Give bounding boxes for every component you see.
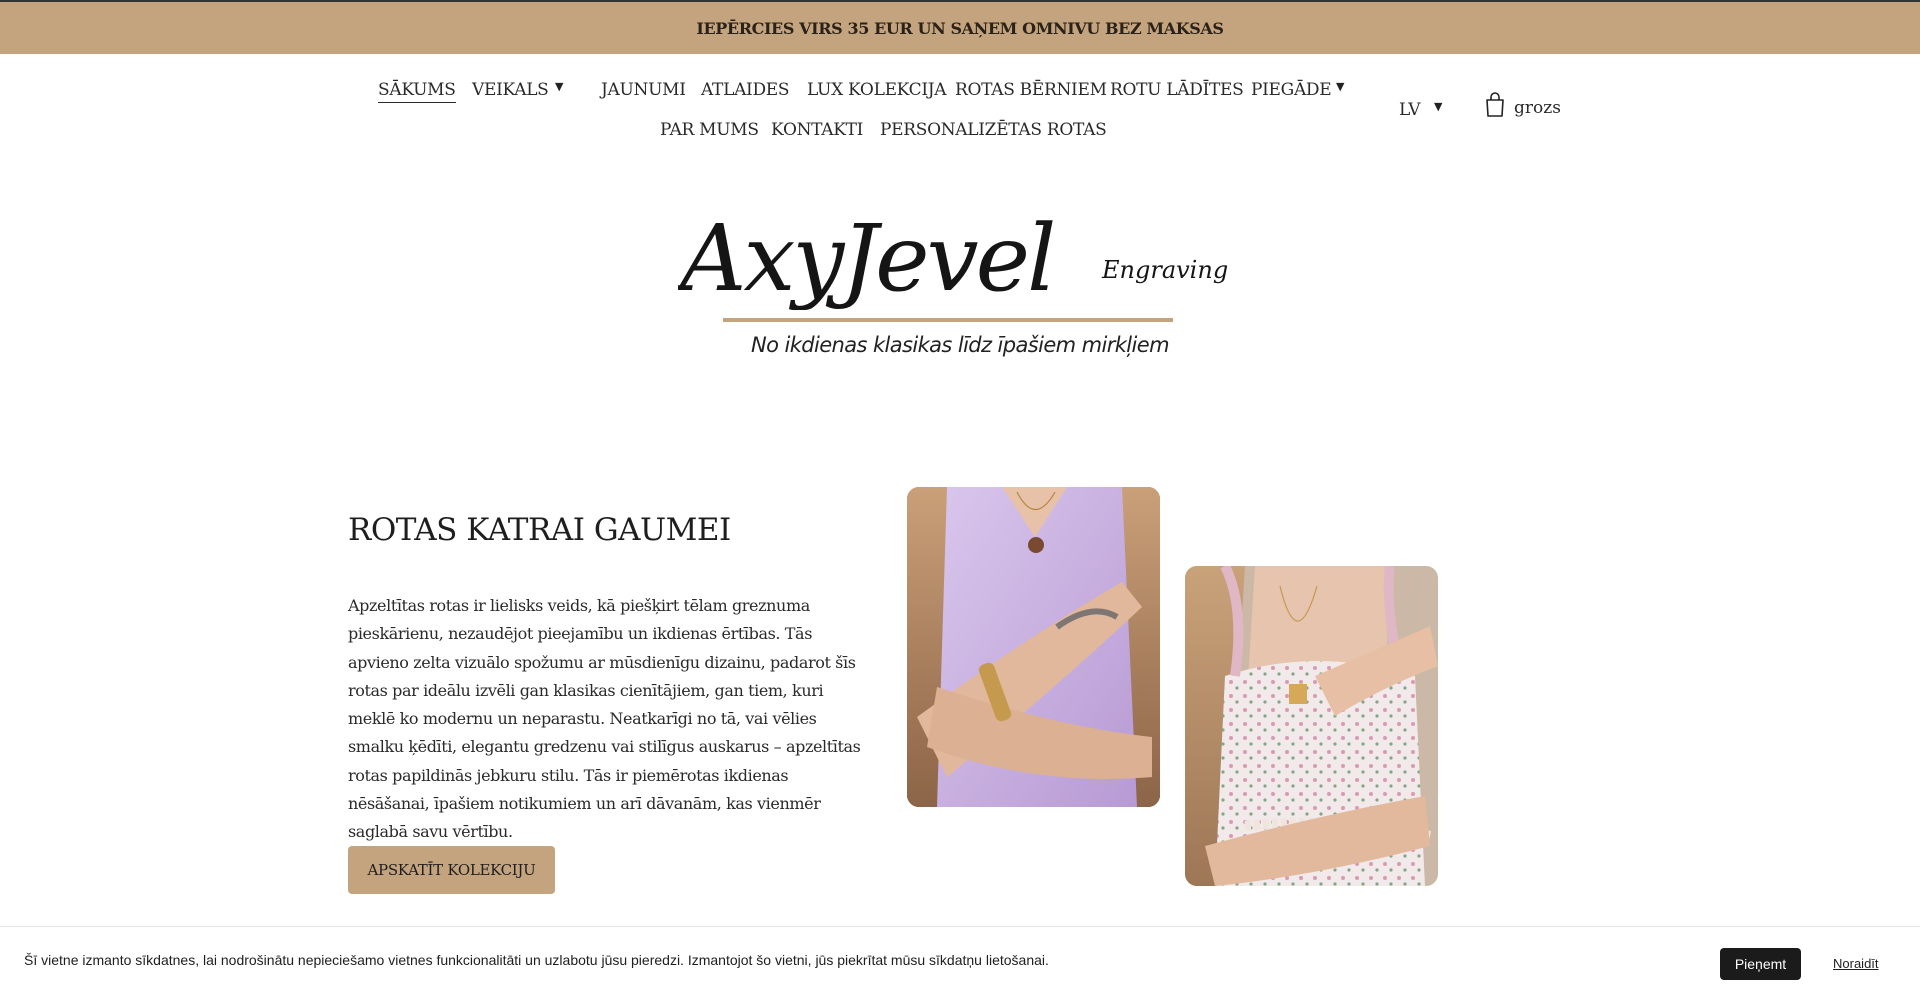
nav-item-lux-kolekcija[interactable]: LUX KOLEKCIJA xyxy=(807,80,947,100)
view-collection-button[interactable]: APSKATĪT KOLEKCIJU xyxy=(348,846,555,894)
chevron-down-icon[interactable]: ▼ xyxy=(1434,100,1442,113)
nav-item-rotas-berniem[interactable]: ROTAS BĒRNIEM xyxy=(955,80,1107,100)
brand-logo[interactable]: AxyJevel Engraving xyxy=(678,190,1238,310)
cart-label: grozs xyxy=(1514,98,1561,118)
announcement-bar: IEPĒRCIES VIRS 35 EUR UN SAŅEM OMNIVU BE… xyxy=(0,2,1920,54)
nav-item-atlaides[interactable]: ATLAIDES xyxy=(701,80,790,100)
chevron-down-icon[interactable]: ▼ xyxy=(555,80,563,93)
nav-item-kontakti[interactable]: KONTAKTI xyxy=(771,120,863,140)
logo-subtext: Engraving xyxy=(1101,256,1228,284)
cookie-message: Šī vietne izmanto sīkdatnes, lai nodroši… xyxy=(24,952,1049,968)
logo-underline xyxy=(723,318,1173,322)
cookie-consent-bar: Šī vietne izmanto sīkdatnes, lai nodroši… xyxy=(0,926,1920,1001)
shopping-bag-icon xyxy=(1486,92,1504,117)
nav-item-veikals[interactable]: VEIKALS xyxy=(472,80,549,100)
section-body: Apzeltītas rotas ir lielisks veids, kā p… xyxy=(348,596,861,842)
announcement-text: IEPĒRCIES VIRS 35 EUR UN SAŅEM OMNIVU BE… xyxy=(696,18,1224,38)
reject-cookies-link[interactable]: Noraidīt xyxy=(1833,956,1879,971)
nav-item-par-mums[interactable]: PAR MUMS xyxy=(660,120,759,140)
logo-text: AxyJevel xyxy=(678,205,1053,310)
product-photo-necklace xyxy=(1185,566,1438,886)
language-selector[interactable]: LV xyxy=(1399,100,1421,120)
accept-cookies-button[interactable]: Pieņemt xyxy=(1720,948,1801,980)
chevron-down-icon[interactable]: ▼ xyxy=(1336,80,1344,93)
nav-item-jaunumi[interactable]: JAUNUMI xyxy=(601,80,686,100)
nav-item-rotu-laditess[interactable]: ROTU LĀDĪTES xyxy=(1110,80,1244,100)
language-label: LV xyxy=(1399,100,1421,120)
section-title: ROTAS KATRAI GAUMEI xyxy=(348,512,731,548)
nav-item-piegade[interactable]: PIEGĀDE xyxy=(1251,80,1332,100)
nav-item-sakums[interactable]: SĀKUMS xyxy=(378,80,456,103)
cart-button[interactable]: grozs xyxy=(1484,92,1561,118)
nav-item-personalizetas-rotas[interactable]: PERSONALIZĒTAS ROTAS xyxy=(880,120,1107,140)
tagline: No ikdienas klasikas līdz īpašiem mirkļi… xyxy=(751,333,1169,357)
product-photo-bracelet xyxy=(907,487,1160,807)
